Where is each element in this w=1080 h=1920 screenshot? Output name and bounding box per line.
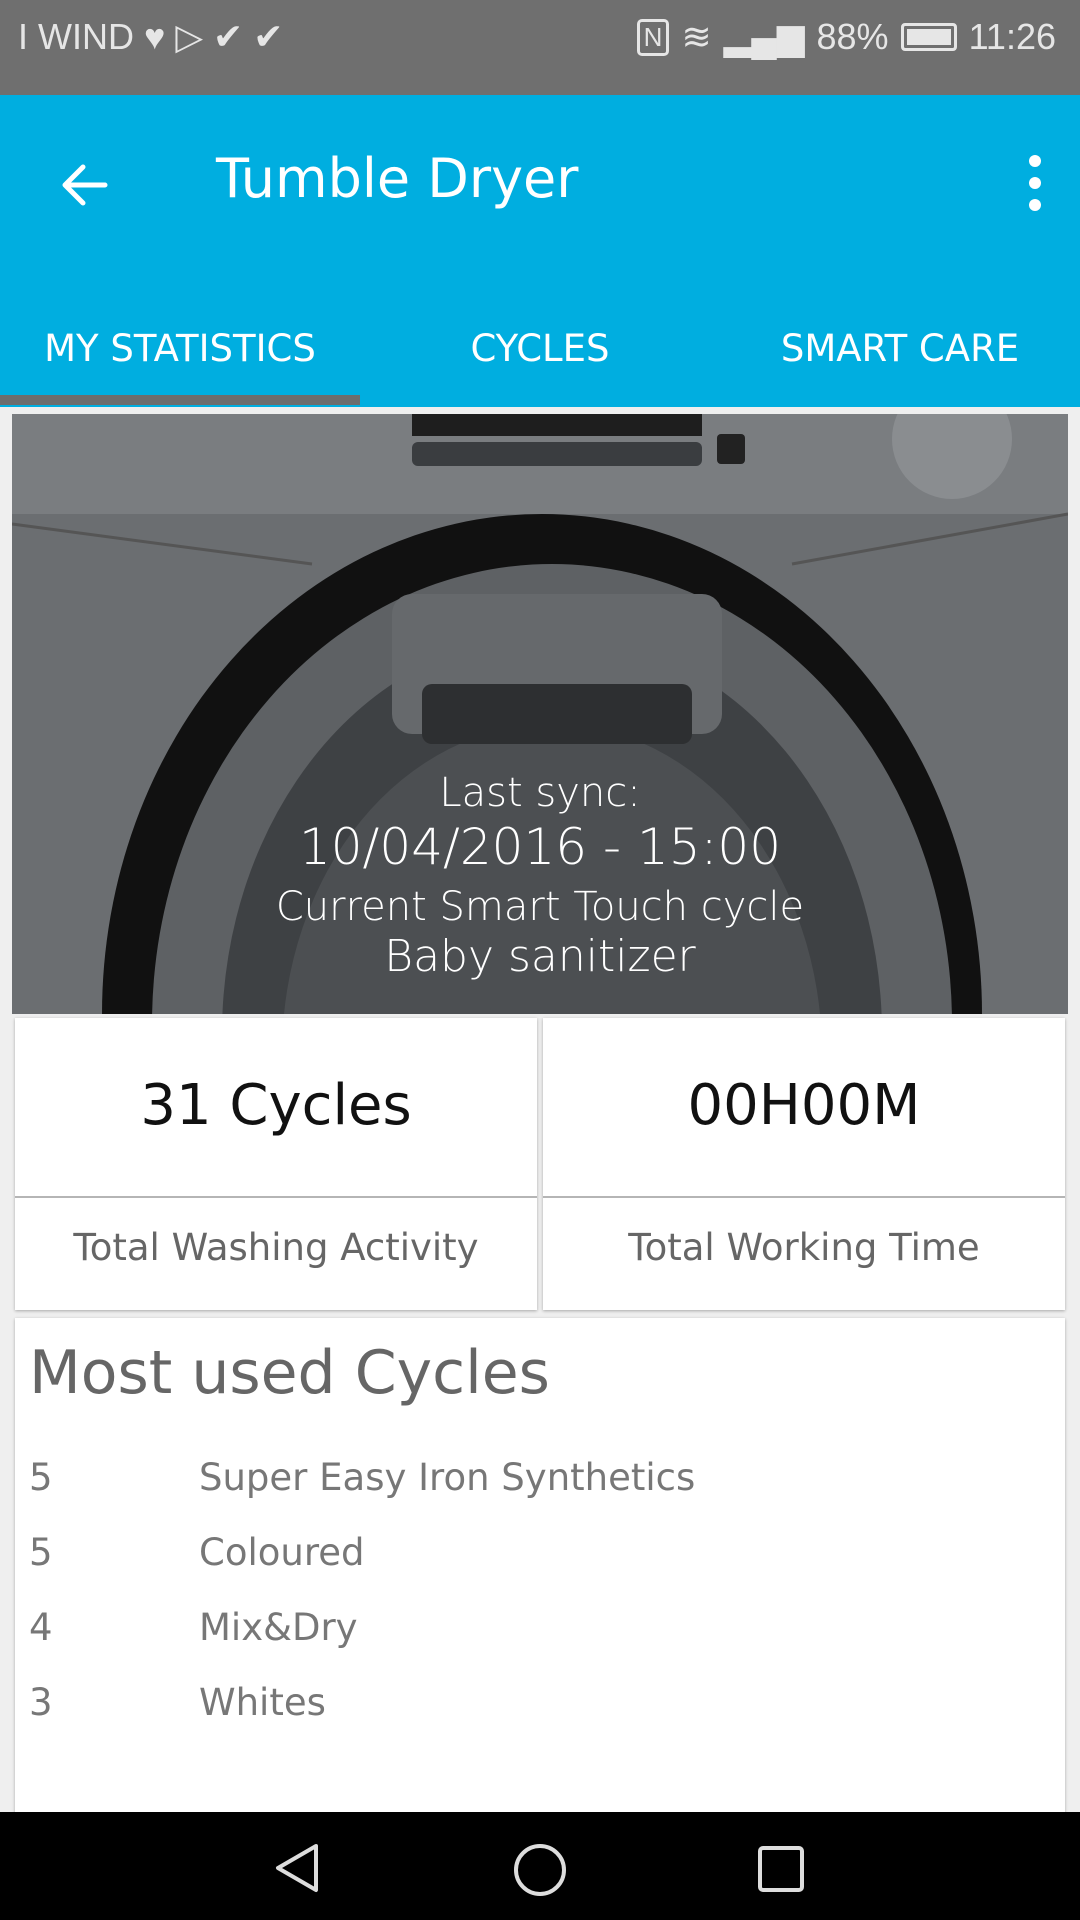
- cycle-count: 5: [29, 1531, 53, 1574]
- cycle-count: 4: [29, 1606, 53, 1649]
- cycle-name: Mix&Dry: [199, 1606, 358, 1649]
- carrier-label: I WIND: [18, 16, 134, 57]
- stat-card-total-working-time: 00H00M Total Working Time: [543, 1018, 1065, 1310]
- clock: 11:26: [968, 16, 1056, 57]
- most-used-cycles-card: Most used Cycles 5 Super Easy Iron Synthe…: [15, 1318, 1065, 1828]
- heart-rate-icon: ♥: [143, 16, 166, 57]
- section-title: Most used Cycles: [29, 1338, 550, 1408]
- tab-my-statistics[interactable]: MY STATISTICS: [0, 305, 360, 405]
- stat-label: Total Working Time: [628, 1226, 980, 1269]
- current-cycle-label: Current Smart Touch cycle: [275, 884, 805, 930]
- tab-smart-care[interactable]: SMART CARE: [720, 305, 1080, 405]
- page-title: Tumble Dryer: [216, 147, 579, 210]
- nfc-icon: N: [636, 18, 670, 56]
- stat-card-total-washing: 31 Cycles Total Washing Activity: [15, 1018, 537, 1310]
- wifi-icon: ≋: [681, 16, 712, 57]
- back-triangle-icon[interactable]: [272, 1842, 324, 1894]
- cycle-count: 5: [29, 1456, 53, 1499]
- cycle-name: Super Easy Iron Synthetics: [199, 1456, 696, 1499]
- current-cycle-value: Baby sanitizer: [384, 931, 696, 982]
- check-icon: ✔: [213, 16, 244, 57]
- list-item: 5 Coloured: [29, 1531, 365, 1574]
- cycle-count: 3: [29, 1681, 53, 1724]
- navigation-bar: [0, 1812, 1080, 1920]
- stat-value: 31 Cycles: [140, 1073, 412, 1138]
- check-icon: ✔: [253, 16, 284, 57]
- status-bar: I WIND ♥ ▷ ✔ ✔ N ≋ ▂▄▆ 88% 11:26: [0, 0, 1080, 95]
- list-item: 5 Super Easy Iron Synthetics: [29, 1456, 695, 1499]
- dryer-hero-image: Last sync: 10/04/2016 - 15:00 Current Sm…: [12, 414, 1068, 1014]
- recents-square-icon[interactable]: [756, 1844, 806, 1894]
- app-bar: Tumble Dryer MY STATISTICS CYCLES SMART …: [0, 95, 1080, 407]
- arrow-left-icon[interactable]: [55, 155, 115, 215]
- tab-cycles[interactable]: CYCLES: [360, 305, 720, 405]
- battery-percent: 88%: [816, 16, 889, 57]
- more-vert-icon[interactable]: [1020, 153, 1050, 213]
- list-item: 4 Mix&Dry: [29, 1606, 358, 1649]
- signal-icon: ▂▄▆: [723, 16, 805, 57]
- stat-label: Total Washing Activity: [73, 1226, 479, 1269]
- last-sync-label: Last sync:: [439, 770, 641, 816]
- stat-value: 00H00M: [687, 1073, 921, 1138]
- home-circle-icon[interactable]: [512, 1842, 568, 1898]
- divider: [543, 1196, 1065, 1198]
- battery-icon: [900, 23, 957, 51]
- divider: [15, 1196, 537, 1198]
- list-item: 3 Whites: [29, 1681, 326, 1724]
- last-sync-value: 10/04/2016 - 15:00: [298, 818, 782, 876]
- cycle-name: Whites: [199, 1681, 326, 1724]
- cycle-name: Coloured: [199, 1531, 365, 1574]
- play-store-icon: ▷: [175, 16, 204, 57]
- tab-indicator: [0, 395, 360, 405]
